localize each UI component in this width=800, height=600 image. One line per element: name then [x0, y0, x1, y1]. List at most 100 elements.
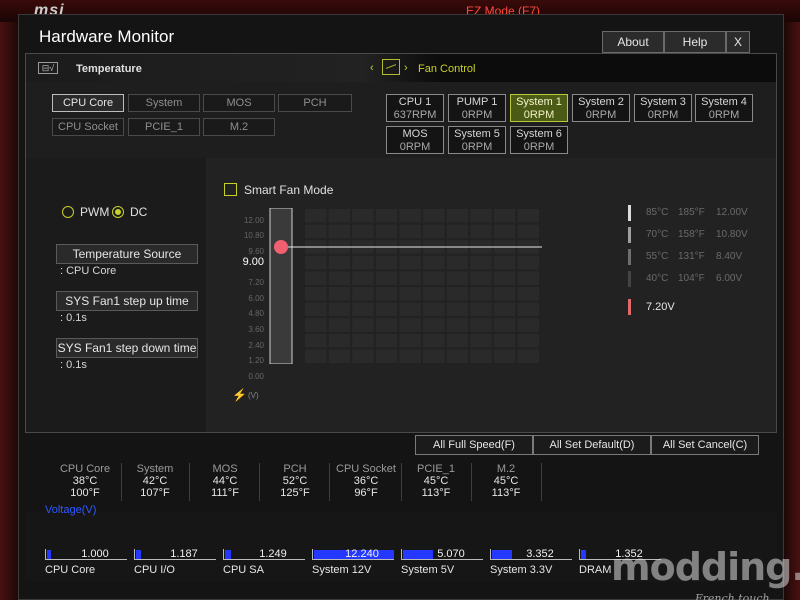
- legend-bar: [628, 227, 631, 243]
- fan-rpm: 0RPM: [647, 109, 679, 121]
- fan-system4[interactable]: System 4 0RPM: [695, 94, 753, 122]
- thermometer-icon: ⊟√: [38, 62, 58, 74]
- fan-name: System 5: [454, 128, 500, 140]
- grid-cell: [493, 255, 516, 270]
- y-tick: 10.80: [243, 231, 264, 240]
- voltage-fill: [225, 550, 231, 559]
- grid-cell: [305, 209, 327, 223]
- grid-cell: [446, 349, 469, 363]
- pwm-radio[interactable]: [62, 206, 74, 218]
- fan-pump1[interactable]: PUMP 1 0RPM: [448, 94, 506, 122]
- fan-system6[interactable]: System 6 0RPM: [510, 126, 568, 154]
- readout-name: CPU Core: [59, 463, 111, 475]
- grid-cell: [423, 255, 445, 270]
- grid-cell: [470, 224, 492, 239]
- readout-f: 107°F: [140, 487, 170, 499]
- grid-cell: [328, 287, 351, 301]
- temp-source-pch[interactable]: PCH: [278, 94, 352, 112]
- all-set-cancel-button[interactable]: All Set Cancel(C): [651, 435, 759, 455]
- temperature-band: [269, 208, 293, 364]
- fan-rpm: 0RPM: [585, 109, 617, 121]
- y-tick: 1.20: [248, 356, 264, 365]
- grid-cell: [493, 271, 516, 285]
- fan-settings-area: PWM DC Temperature Source : CPU Core SYS…: [26, 158, 776, 432]
- grid-cell: [470, 255, 492, 270]
- voltage-title: Voltage(V): [45, 504, 97, 516]
- divider: [471, 463, 472, 501]
- grid-cell: [399, 333, 421, 348]
- grid-cell: [399, 255, 421, 270]
- fan-system3[interactable]: System 3 0RPM: [634, 94, 692, 122]
- smart-fan-checkbox[interactable]: [224, 183, 237, 196]
- about-button[interactable]: About: [602, 31, 664, 53]
- fan-system5[interactable]: System 5 0RPM: [448, 126, 506, 154]
- help-button[interactable]: Help: [664, 31, 726, 53]
- readout-pch: PCH 52°C 125°F: [263, 463, 327, 499]
- grid-cell: [328, 333, 351, 348]
- dc-radio[interactable]: [112, 206, 124, 218]
- step-up-time-value: : 0.1s: [60, 312, 87, 324]
- voltage-value: 3.352: [526, 548, 554, 560]
- temp-source-system[interactable]: System: [128, 94, 200, 112]
- grid-cell: [446, 209, 469, 223]
- watermark-subtitle: French touch: [695, 592, 770, 600]
- grid-cell: [470, 333, 492, 348]
- readout-system: System 42°C 107°F: [123, 463, 187, 499]
- divider: [401, 463, 402, 501]
- fan-mos[interactable]: MOS 0RPM: [386, 126, 444, 154]
- step-down-time-value: : 0.1s: [60, 359, 87, 371]
- grid-cell: [446, 287, 469, 301]
- grid-cell: [517, 209, 539, 223]
- y-tick: 6.00: [248, 294, 264, 303]
- step-up-time-button[interactable]: SYS Fan1 step up time: [56, 291, 198, 311]
- step-down-time-button[interactable]: SYS Fan1 step down time: [56, 338, 198, 358]
- fan-curve-graph[interactable]: [268, 208, 542, 364]
- voltage-name: System 12V: [312, 564, 372, 576]
- readout-name: MOS: [212, 463, 238, 475]
- fan-name: System 2: [578, 96, 624, 108]
- grid-cell: [352, 333, 374, 348]
- grid-cell: [375, 349, 398, 363]
- chevron-right-icon[interactable]: ›: [404, 62, 408, 74]
- watermark: modding.fr: [611, 545, 800, 589]
- grid-cell: [375, 224, 398, 239]
- all-full-speed-button[interactable]: All Full Speed(F): [415, 435, 533, 455]
- pwm-label: PWM: [80, 205, 110, 219]
- temp-source-mos[interactable]: MOS: [203, 94, 275, 112]
- fan-name: System 3: [640, 96, 686, 108]
- volt-unit: (V): [248, 391, 259, 400]
- voltage-value: 1.000: [81, 548, 109, 560]
- temp-source-m2[interactable]: M.2: [203, 118, 275, 136]
- all-set-default-button[interactable]: All Set Default(D): [533, 435, 651, 455]
- fan-settings-left: PWM DC Temperature Source : CPU Core SYS…: [26, 158, 206, 432]
- fan-system1[interactable]: System 1 0RPM: [510, 94, 568, 122]
- grid-cell: [375, 333, 398, 348]
- readout-f: 96°F: [354, 487, 378, 499]
- temperature-source-button[interactable]: Temperature Source: [56, 244, 198, 264]
- legend-bar: [628, 249, 631, 265]
- temp-source-pcie1[interactable]: PCIE_1: [128, 118, 200, 136]
- grid-cell: [470, 209, 492, 223]
- window-title: Hardware Monitor: [39, 27, 175, 46]
- temp-source-cpu-socket[interactable]: CPU Socket: [52, 118, 124, 136]
- fan-system2[interactable]: System 2 0RPM: [572, 94, 630, 122]
- voltage-name: DRAM: [579, 564, 612, 576]
- readout-f: 100°F: [70, 487, 100, 499]
- grid-cell: [517, 224, 539, 239]
- grid-cell: [305, 255, 327, 270]
- legend-c: 85°C: [646, 207, 669, 218]
- legend-bar: [628, 205, 631, 221]
- legend-row: 40°C 104°F 6.00V: [628, 271, 758, 287]
- close-button[interactable]: X: [726, 31, 750, 53]
- temp-source-cpu-core[interactable]: CPU Core: [52, 94, 124, 112]
- legend-c: 55°C: [646, 251, 669, 262]
- voltage-name: System 5V: [401, 564, 455, 576]
- divider: [329, 463, 330, 501]
- grid-cell: [352, 255, 374, 270]
- grid-cell: [493, 302, 516, 317]
- fan-name: MOS: [402, 128, 428, 140]
- fan-cpu1[interactable]: CPU 1 637RPM: [386, 94, 444, 122]
- grid-cell: [399, 224, 421, 239]
- chevron-left-icon[interactable]: ‹: [370, 62, 374, 74]
- grid-cell: [423, 333, 445, 348]
